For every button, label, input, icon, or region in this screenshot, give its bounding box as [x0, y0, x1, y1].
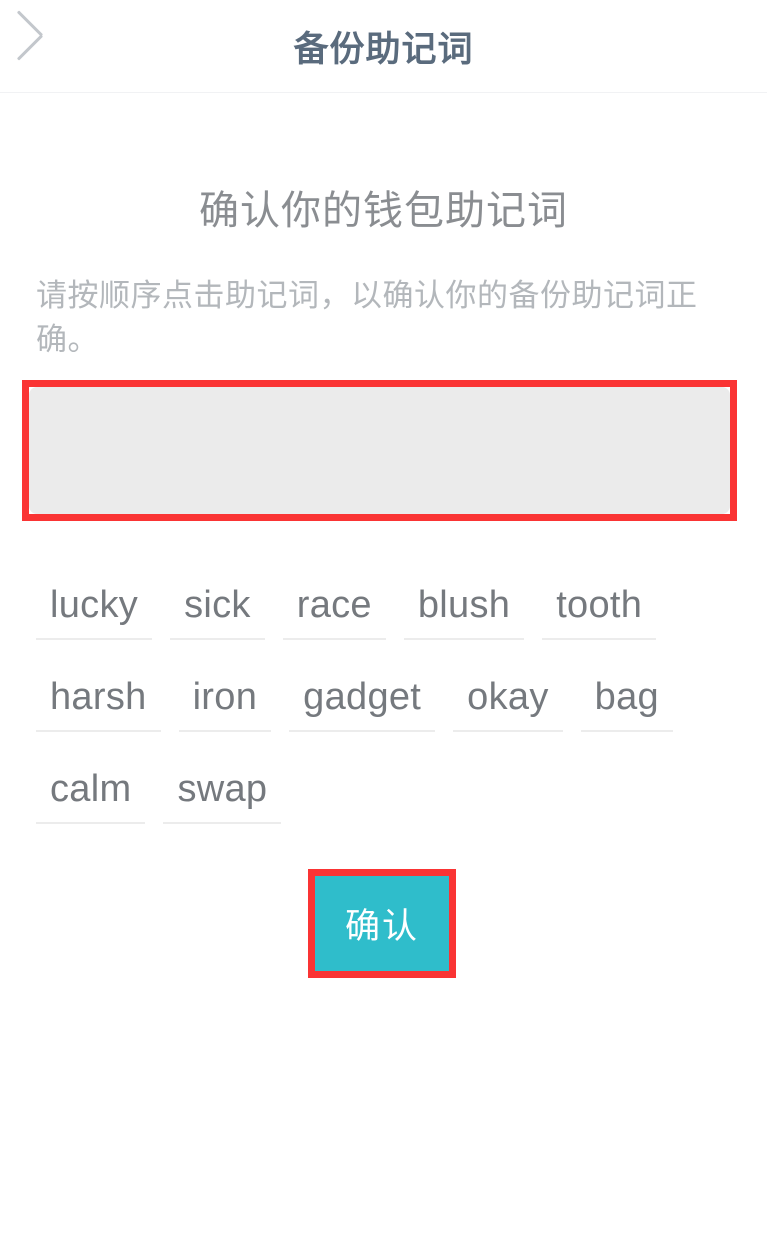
answer-box-highlight — [22, 380, 737, 521]
content-description: 请按顺序点击助记词，以确认你的备份助记词正确。 — [36, 278, 698, 358]
selected-words-area[interactable] — [29, 387, 730, 514]
word-chip[interactable]: okay — [453, 670, 563, 732]
word-bank: lucky sick race blush tooth harsh iron gadget ok… — [36, 578, 736, 854]
word-chip[interactable]: bag — [580, 670, 673, 732]
word-chip[interactable]: sick — [170, 578, 265, 640]
word-chip[interactable]: iron — [178, 670, 272, 732]
word-chip[interactable]: lucky — [36, 578, 153, 640]
word-chip[interactable]: gadget — [289, 670, 436, 732]
word-chip[interactable]: calm — [36, 762, 146, 824]
word-chip[interactable]: tooth — [542, 578, 657, 640]
chevron-left-icon — [38, 21, 68, 71]
mnemonic-confirm-screen: 备份助记词 确认你的钱包助记词 请按顺序点击助记词，以确认你的备份助记词正确。 … — [0, 0, 767, 1246]
confirm-button[interactable]: 确认 — [315, 876, 449, 971]
content-heading: 确认你的钱包助记词 — [199, 189, 568, 233]
word-chip[interactable]: race — [282, 578, 386, 640]
back-button[interactable] — [14, 0, 92, 92]
word-chip[interactable]: blush — [403, 578, 525, 640]
navbar: 备份助记词 — [0, 0, 767, 93]
page-title: 备份助记词 — [293, 29, 474, 69]
word-chip[interactable]: harsh — [36, 670, 161, 732]
word-chip[interactable]: swap — [163, 762, 282, 824]
confirm-button-highlight: 确认 — [308, 869, 456, 978]
